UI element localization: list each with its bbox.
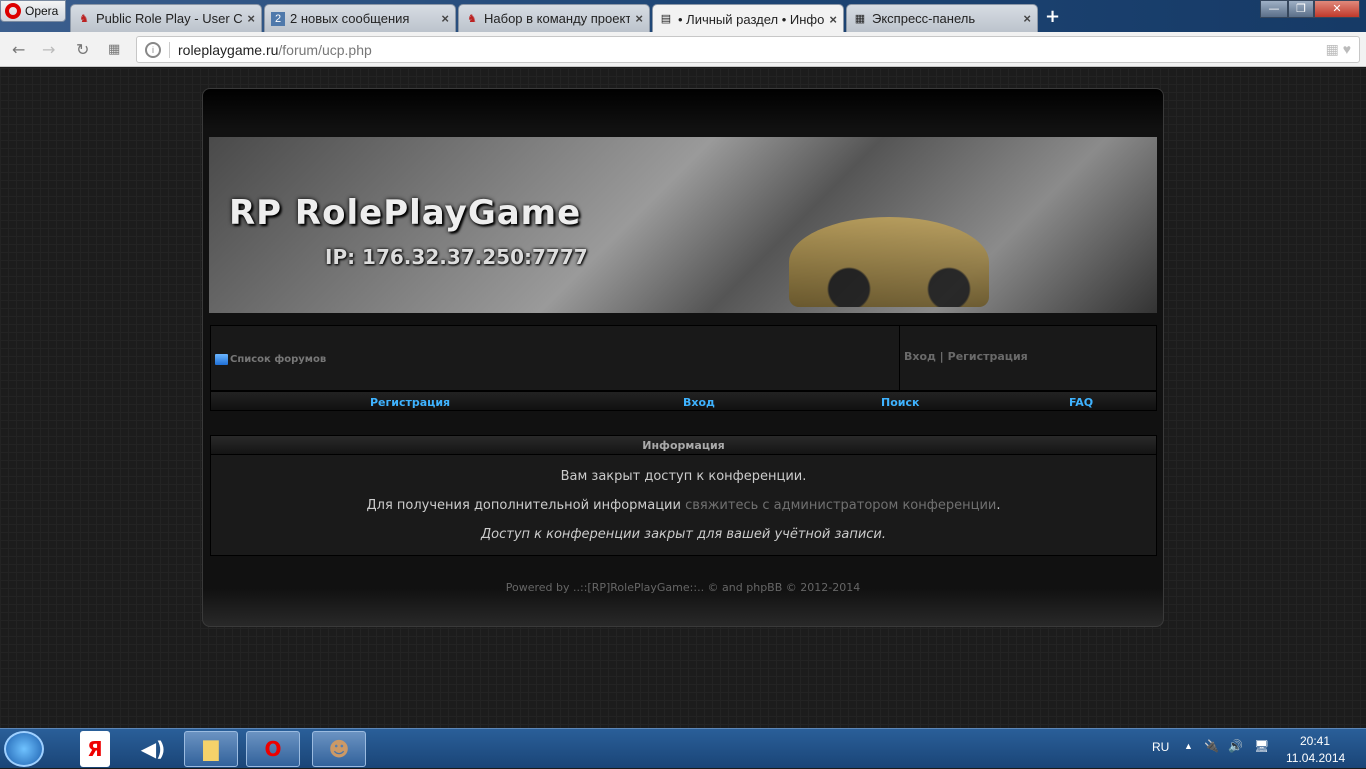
bull-icon: ♞ [467,12,477,25]
tab-title: Набор в команду проекта [484,11,631,26]
contact-prefix: Для получения дополнительной информации [366,498,686,513]
site-info-icon[interactable]: i [145,41,161,58]
clock-date[interactable]: 11.04.2014 [1286,751,1345,765]
address-bar[interactable]: i roleplaygame.ru/forum/ucp.php ▦ ♥ [136,36,1360,63]
account-closed-message: Доступ к конференции закрыт для вашей уч… [480,527,887,542]
browser-toolbar: ← → ↻ ▦ i roleplaygame.ru/forum/ucp.php … [0,32,1366,67]
menu-register[interactable]: Регистрация [370,396,450,409]
system-tray: RU ▲ 🔌 🔊 🖥 20:41 11.04.2014 [1140,729,1366,769]
opera-logo-icon [5,3,21,19]
explorer-icon[interactable]: ▇ [184,731,238,767]
opera-taskbar-icon[interactable]: O [246,731,300,767]
tab-speed-dial[interactable]: ▦ Экспресс-панель × [846,4,1038,32]
info-title: Информация [211,436,1156,455]
heart-icon[interactable]: ♥ [1343,41,1351,57]
access-denied-message: Вам закрыт доступ к конференции. [560,469,807,484]
contact-admin-link[interactable]: свяжитесь с администратором конференции [685,498,996,513]
browser-tab-bar: Opera ♞ Public Role Play - User Cor × 2 2 н… [0,0,1366,33]
tab-title: • Личный раздел • Инфор [678,11,825,27]
bull-icon: ♞ [79,12,89,25]
reload-button[interactable]: ↻ [76,40,89,59]
forum-banner[interactable]: RP RolePlayGame IP: 176.32.37.250:7777 [209,137,1157,313]
close-tab-icon[interactable]: × [441,11,449,26]
contact-suffix: . [996,498,1001,513]
login-link[interactable]: Вход [904,350,936,363]
show-hidden-icons[interactable]: ▲ [1184,741,1193,751]
menu-search[interactable]: Поиск [881,396,919,409]
volume-icon[interactable]: 🔊 [1228,739,1243,753]
tab-recruitment[interactable]: ♞ Набор в команду проекта × [458,4,650,32]
motorcycle-image [789,217,989,307]
tab-title: 2 новых сообщения [290,11,410,26]
main-menu: Регистрация Вход Поиск FAQ [210,391,1157,411]
restore-button[interactable]: ❐ [1288,0,1314,18]
address-path: /forum/ucp.php [278,41,372,58]
gta-sa-icon[interactable]: ☻ [312,731,366,767]
page-content: RP RolePlayGame IP: 176.32.37.250:7777 С… [0,68,1366,728]
tab-title: Экспресс-панель [872,11,976,26]
separator: | [939,350,944,363]
address-host: roleplaygame.ru [169,41,278,58]
info-panel: Информация Вам закрыт доступ к конференц… [210,435,1157,556]
taskbar: Я ◀) ▇ O ☻ RU ▲ 🔌 🔊 🖥 20:41 11.04.2014 [0,728,1366,768]
yandex-icon[interactable]: Я [80,731,110,767]
close-tab-icon[interactable]: × [829,12,837,27]
banner-ip: IP: 176.32.37.250:7777 [325,245,588,269]
opera-menu-button[interactable]: Opera [0,0,66,22]
minimize-button[interactable]: — [1260,0,1288,18]
forum-index-link[interactable]: Список форумов [215,354,326,365]
page-icon: ▤ [660,13,672,25]
speed-dial-icon[interactable]: ▦ [108,42,120,57]
close-tab-icon[interactable]: × [1023,11,1031,26]
back-button[interactable]: ← [12,40,25,59]
forum-wrapper: RP RolePlayGame IP: 176.32.37.250:7777 С… [202,88,1164,627]
clock-time[interactable]: 20:41 [1300,734,1330,748]
speaker-app-icon[interactable]: ◀) [126,731,180,767]
new-tab-button[interactable]: + [1045,6,1060,27]
close-tab-icon[interactable]: × [635,11,643,26]
forward-button[interactable]: → [42,40,55,59]
navbar: Список форумов Вход | Регистрация [210,325,1157,391]
tab-public-role-play[interactable]: ♞ Public Role Play - User Cor × [70,4,262,32]
banner-title: RP RolePlayGame [229,193,582,233]
menu-faq[interactable]: FAQ [1069,396,1093,409]
opera-menu-label: Opera [25,4,59,18]
network-icon[interactable]: 🖥 [1254,739,1269,753]
tab-personal-section[interactable]: ▤ • Личный раздел • Инфор × [652,4,844,33]
close-tab-icon[interactable]: × [247,11,255,26]
grid-icon: ▦ [854,12,866,25]
powered-by: Powered by ..::[RP]RolePlayGame::.. © an… [505,581,861,594]
tab-messages[interactable]: 2 2 новых сообщения × [264,4,456,32]
forum-index-label: Список форумов [230,354,327,365]
tab-title: Public Role Play - User Cor [96,11,243,26]
register-link[interactable]: Регистрация [948,350,1028,363]
menu-login[interactable]: Вход [683,396,715,409]
start-button[interactable] [4,731,44,767]
grid-icon[interactable]: ▦ [1326,41,1339,57]
power-icon[interactable]: 🔌 [1204,739,1219,753]
language-indicator[interactable]: RU [1152,740,1169,754]
folder-icon [215,354,228,365]
vk-icon: 2 [271,11,285,26]
close-window-button[interactable]: ✕ [1314,0,1360,18]
